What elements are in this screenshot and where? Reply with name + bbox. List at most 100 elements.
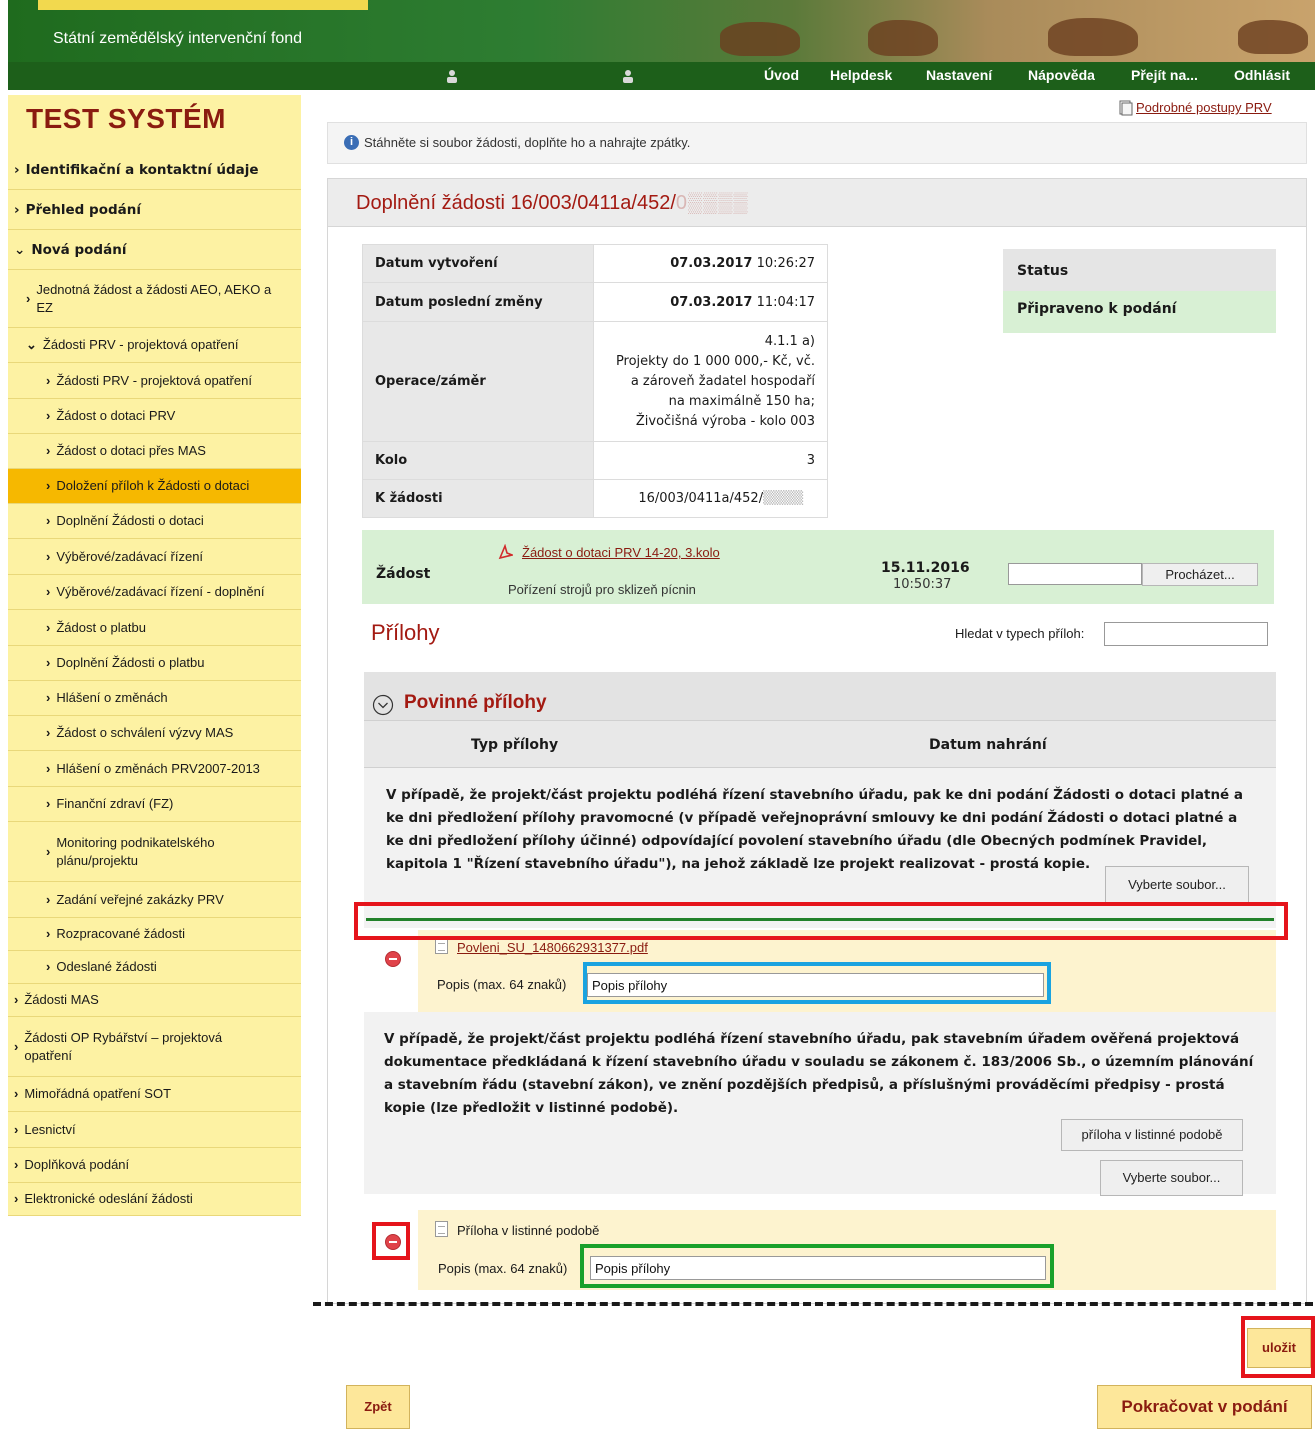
- chevron-right-icon: ›: [46, 443, 51, 458]
- sidebar-item-jednotna-zadost[interactable]: › Jednotná žádost a žádosti AEO, AEKO a E…: [8, 270, 301, 328]
- details-row: K žádosti 16/003/0411a/452/▒▒▒▒: [361, 479, 828, 518]
- details-value: 4.1.1 a) Projekty do 1 000 000,- Kč, vč.…: [593, 321, 828, 442]
- panel-title: Doplnění žádosti 16/003/0411a/452/0▒▒▒▒: [328, 179, 1306, 227]
- details-row: Datum poslední změny 07.03.2017 11:04:17: [361, 282, 828, 322]
- nav-nastaveni[interactable]: Nastavení: [926, 67, 992, 83]
- chevron-down-icon: ⌄: [26, 337, 37, 352]
- nav-napoveda[interactable]: Nápověda: [1028, 67, 1095, 83]
- chevron-right-icon: ›: [14, 1191, 19, 1206]
- chevron-right-icon: ›: [26, 290, 31, 306]
- application-file-link[interactable]: Žádost o dotaci PRV 14-20, 3.kolo: [522, 545, 720, 560]
- application-time: 10:50:37: [893, 577, 952, 592]
- sidebar-item-odeslane[interactable]: › Odeslané žádosti: [8, 951, 301, 984]
- sidebar-item-zadosti-prv-sub[interactable]: › Žádosti PRV - projektová opatření: [8, 363, 301, 399]
- attachment-type-search-input[interactable]: [1104, 622, 1268, 646]
- info-message-bar: i Stáhněte si soubor žádosti, doplňte ho…: [327, 122, 1307, 164]
- chevron-down-circle-icon[interactable]: [372, 694, 394, 716]
- remove-file-icon[interactable]: [385, 951, 401, 967]
- chevron-right-icon: ›: [46, 760, 51, 776]
- sidebar-item-vyberove-rizeni-doplneni[interactable]: › Výběrové/zadávací řízení - doplnění: [8, 575, 301, 610]
- sidebar-item-monitoring[interactable]: › Monitoring podnikatelského plánu/projek…: [8, 822, 301, 882]
- file-description-input[interactable]: [587, 973, 1044, 997]
- sidebar-item-schvaleni-vyzvy-mas[interactable]: › Žádost o schválení výzvy MAS: [8, 716, 301, 751]
- sidebar-item-doplneni-platby[interactable]: › Doplnění Žádosti o platbu: [8, 646, 301, 681]
- sidebar-item-lesnictvi[interactable]: › Lesnictví: [8, 1112, 301, 1148]
- back-button[interactable]: Zpět: [346, 1385, 410, 1429]
- details-value: 16/003/0411a/452/▒▒▒▒: [593, 479, 828, 518]
- details-value: 07.03.2017 10:26:27: [593, 244, 828, 283]
- sidebar-item-dolozeni-priloh[interactable]: › Doložení příloh k Žádosti o dotaci: [8, 469, 301, 504]
- chevron-down-icon: ⌄: [14, 241, 26, 258]
- nav-odhlasit[interactable]: Odhlásit: [1234, 67, 1290, 83]
- sidebar-item-zadani-zakazky[interactable]: › Zadání veřejné zakázky PRV: [8, 882, 301, 918]
- sidebar-item-mimoradna-opatreni[interactable]: › Mimořádná opatření SOT: [8, 1077, 301, 1112]
- system-title: TEST SYSTÉM: [8, 95, 301, 150]
- paper-attachment-button[interactable]: příloha v listinné podobě: [1061, 1119, 1243, 1151]
- procedures-link[interactable]: Podrobné postupy PRV: [1136, 100, 1272, 115]
- pdf-icon: [498, 544, 513, 560]
- document-icon: [435, 938, 448, 954]
- details-table: Datum vytvoření 07.03.2017 10:26:27 Datu…: [361, 244, 828, 518]
- person-icon[interactable]: [622, 68, 634, 84]
- org-name: Státní zemědělský intervenční fond: [53, 30, 303, 47]
- sidebar-item-doplneni-zadosti[interactable]: › Doplnění Žádosti o dotaci: [8, 504, 301, 539]
- sidebar-item-zadost-pres-mas[interactable]: › Žádost o dotaci přes MAS: [8, 434, 301, 469]
- chevron-right-icon: ›: [14, 1086, 19, 1101]
- user-icon[interactable]: [446, 68, 458, 84]
- remove-file-icon[interactable]: [385, 1234, 401, 1250]
- sidebar-item-prehled-podani[interactable]: › Přehled podání: [8, 190, 301, 230]
- application-label: Žádost: [376, 566, 431, 582]
- details-key: Kolo: [361, 441, 595, 480]
- description-label: Popis (max. 64 znaků): [438, 1261, 568, 1276]
- chevron-right-icon: ›: [14, 992, 19, 1007]
- sidebar-item-elektronicke-odeslani[interactable]: › Elektronické odeslání žádosti: [8, 1183, 301, 1216]
- save-button[interactable]: uložit: [1247, 1328, 1311, 1368]
- select-file-button[interactable]: Vyberte soubor...: [1105, 866, 1249, 904]
- sidebar-item-doplnkova-podani[interactable]: › Doplňková podání: [8, 1148, 301, 1183]
- chevron-right-icon: ›: [46, 796, 51, 811]
- chevron-right-icon: ›: [14, 1121, 19, 1137]
- section-divider: [313, 1302, 1313, 1306]
- sidebar-item-zadost-o-dotaci[interactable]: › Žádost o dotaci PRV: [8, 399, 301, 434]
- file-description-input[interactable]: [590, 1256, 1046, 1280]
- sidebar-item-op-rybarstvi[interactable]: › Žádosti OP Rybářství – projektová opatř…: [8, 1017, 301, 1077]
- sidebar-item-zadost-o-platbu[interactable]: › Žádost o platbu: [8, 610, 301, 646]
- sidebar-item-rozpracovane[interactable]: › Rozpracované žádosti: [8, 918, 301, 951]
- sidebar-item-zadosti-mas[interactable]: › Žádosti MAS: [8, 984, 301, 1017]
- header-banner: Státní zemědělský intervenční fond: [8, 0, 1315, 62]
- application-file-input[interactable]: [1008, 563, 1142, 585]
- paper-attachment-label: Příloha v listinné podobě: [457, 1223, 600, 1238]
- attachment-description-text: V případě, že projekt/část projektu podl…: [386, 787, 1244, 872]
- chevron-right-icon: ›: [46, 408, 51, 423]
- uploaded-file-link[interactable]: Povleni_SU_1480662931377.pdf: [457, 940, 648, 955]
- cow-illustration: [1238, 20, 1308, 54]
- chevron-right-icon: ›: [46, 619, 51, 635]
- details-row: Kolo 3: [361, 441, 828, 480]
- chevron-right-icon: ›: [46, 548, 51, 564]
- sidebar: TEST SYSTÉM › Identifikační a kontaktní ú…: [8, 95, 301, 1216]
- column-type-header: Typ přílohy: [471, 737, 559, 753]
- sidebar-item-vyberove-rizeni[interactable]: › Výběrové/zadávací řízení: [8, 539, 301, 575]
- chevron-right-icon: ›: [46, 926, 51, 941]
- chevron-right-icon: ›: [46, 513, 51, 528]
- attachment-description-text: V případě, že projekt/část projektu podl…: [384, 1031, 1254, 1116]
- sidebar-item-hlaseni-prv2007[interactable]: › Hlášení o změnách PRV2007-2013: [8, 751, 301, 787]
- nav-prejit-na[interactable]: Přejít na...: [1131, 67, 1198, 83]
- document-icon: [435, 1221, 448, 1237]
- chevron-right-icon: ›: [14, 201, 20, 218]
- sidebar-item-nova-podani[interactable]: ⌄ Nová podání: [8, 230, 301, 270]
- sidebar-item-identifikace[interactable]: › Identifikační a kontaktní údaje: [8, 150, 301, 190]
- continue-button[interactable]: Pokračovat v podání: [1097, 1385, 1312, 1429]
- details-key: K žádosti: [361, 479, 595, 518]
- sidebar-item-hlaseni-o-zmenach[interactable]: › Hlášení o změnách: [8, 681, 301, 716]
- nav-helpdesk[interactable]: Helpdesk: [830, 67, 892, 83]
- nav-uvod[interactable]: Úvod: [764, 67, 799, 83]
- sidebar-item-financni-zdravi[interactable]: › Finanční zdraví (FZ): [8, 787, 301, 822]
- sidebar-item-zadosti-prv[interactable]: ⌄ Žádosti PRV - projektová opatření: [8, 328, 301, 363]
- chevron-right-icon: ›: [46, 725, 51, 740]
- details-value: 07.03.2017 11:04:17: [593, 282, 828, 322]
- select-file-button[interactable]: Vyberte soubor...: [1100, 1160, 1243, 1196]
- chevron-right-icon: ›: [46, 584, 51, 599]
- mandatory-section-title: Povinné přílohy: [404, 692, 547, 713]
- browse-button[interactable]: Procházet...: [1142, 563, 1258, 586]
